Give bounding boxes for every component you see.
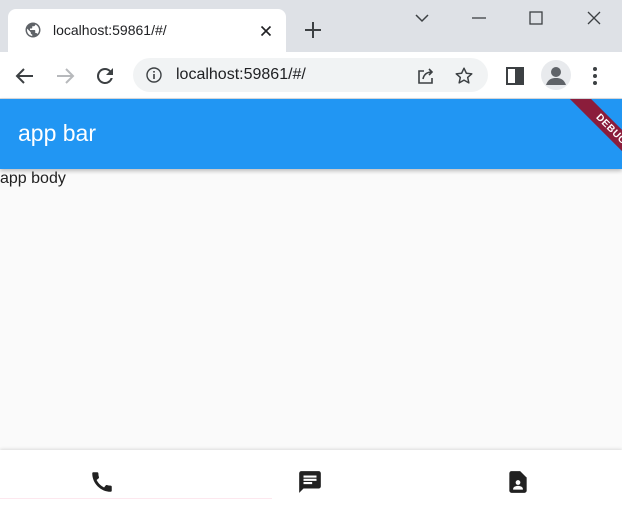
- contact-document-icon: [509, 471, 527, 493]
- close-window-icon[interactable]: [585, 9, 603, 27]
- nav-item-messages[interactable]: [207, 450, 414, 512]
- tab-search-chevron-icon[interactable]: [413, 9, 431, 27]
- browser-menu-icon[interactable]: [583, 64, 607, 88]
- close-tab-icon[interactable]: [258, 23, 274, 39]
- browser-toolbar: localhost:59861/#/: [0, 52, 622, 98]
- nav-item-contact[interactable]: [414, 450, 622, 512]
- app-bar: app bar DEBUG: [0, 99, 622, 169]
- tab-title: localhost:59861/#/: [53, 22, 167, 38]
- profile-icon: [546, 67, 566, 85]
- address-bar[interactable]: localhost:59861/#/: [133, 58, 488, 92]
- minimize-icon[interactable]: [470, 9, 488, 27]
- message-icon: [299, 471, 321, 493]
- address-url[interactable]: localhost:59861/#/: [176, 66, 306, 84]
- phone-icon: [92, 472, 112, 492]
- debug-banner: DEBUG: [566, 99, 622, 169]
- forward-arrow-icon[interactable]: [53, 64, 77, 88]
- side-panel-icon[interactable]: [503, 64, 527, 88]
- bookmark-star-icon[interactable]: [453, 65, 475, 87]
- share-icon[interactable]: [415, 65, 437, 87]
- site-info-icon[interactable]: [145, 66, 163, 84]
- globe-icon: [25, 22, 41, 38]
- browser-tab[interactable]: localhost:59861/#/: [8, 9, 286, 52]
- app-bar-title: app bar: [18, 120, 97, 146]
- bottom-navigation-bar: [0, 450, 622, 512]
- new-tab-icon[interactable]: [302, 19, 324, 41]
- app-body-text: app body: [0, 170, 66, 187]
- reload-icon[interactable]: [93, 64, 117, 88]
- profile-avatar[interactable]: [541, 60, 571, 90]
- browser-tabstrip: localhost:59861/#/: [0, 0, 622, 52]
- back-arrow-icon[interactable]: [13, 64, 37, 88]
- maximize-icon[interactable]: [527, 9, 545, 27]
- nav-item-phone[interactable]: [0, 450, 207, 512]
